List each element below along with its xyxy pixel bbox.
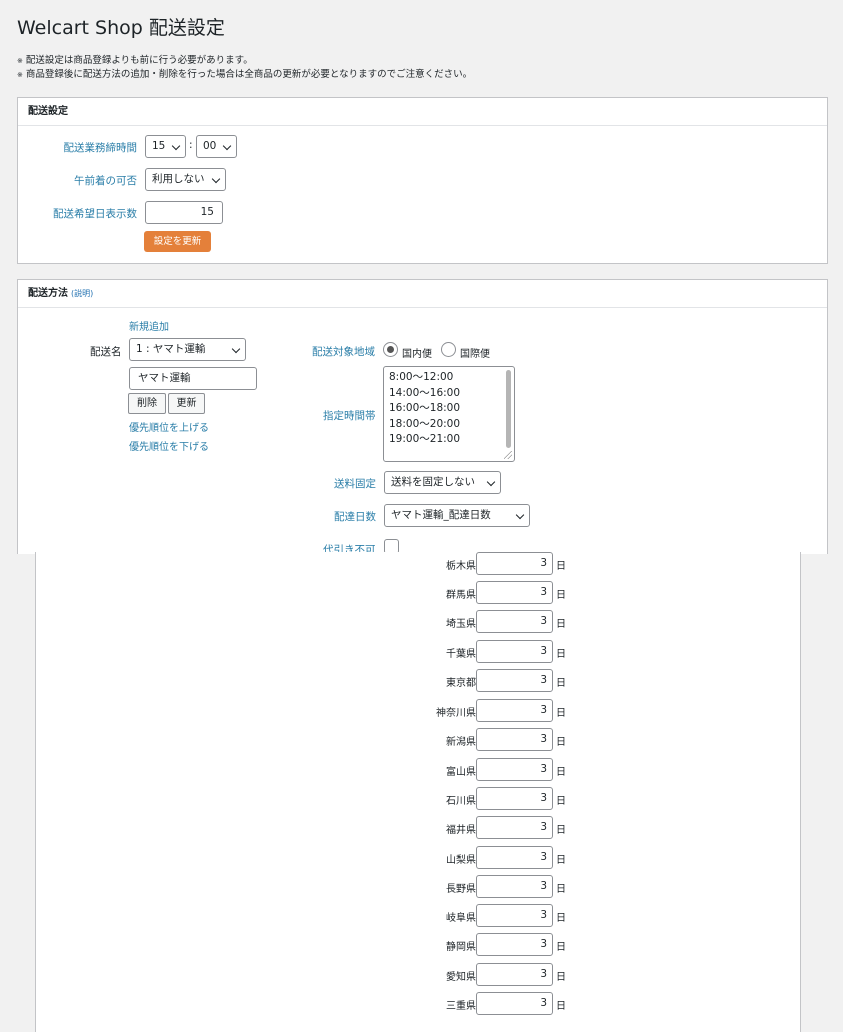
display-days-input[interactable]: 15 [145, 201, 223, 224]
days-input[interactable]: 3 [476, 610, 553, 633]
days-input[interactable]: 3 [476, 992, 553, 1015]
table-row: 富山県 3 日 [36, 758, 802, 782]
table-row: 東京都 3 日 [36, 669, 802, 693]
cutoff-time-label: 配送業務締時間 [63, 142, 138, 154]
delivery-days-select[interactable]: ヤマト運輸_配達日数 [384, 504, 530, 527]
method-name-input[interactable]: ヤマト運輸 [129, 367, 257, 390]
table-row: 千葉県 3 日 [36, 640, 802, 664]
notice-1: ※ 配送設定は商品登録よりも前に行う必要があります。 [17, 55, 253, 66]
add-new-method-link[interactable]: 新規追加 [129, 318, 169, 333]
table-row: 山梨県 3 日 [36, 846, 802, 870]
radio-international-label: 国際便 [460, 349, 490, 360]
table-row: 愛知県 3 日 [36, 963, 802, 987]
panel-heading: 配送設定 [18, 98, 827, 126]
days-input[interactable]: 3 [476, 699, 553, 722]
time-separator: : [189, 139, 193, 151]
days-input[interactable]: 3 [476, 640, 553, 663]
time-slots-listbox[interactable]: 8:00〜12:00 14:00〜16:00 16:00〜18:00 18:00… [383, 366, 515, 462]
priority-up-link[interactable]: 優先順位を上げる [129, 419, 209, 434]
prefecture-days-table: 栃木県 3 日 群馬県 3 日 埼玉県 3 日 千葉県 3 日 東京都 3 日 神奈川県 3 日 新潟県… [35, 552, 801, 1032]
morning-delivery-select[interactable]: 利用しない [145, 168, 226, 191]
days-input[interactable]: 3 [476, 816, 553, 839]
listbox-scrollbar[interactable] [506, 370, 511, 448]
time-slot-option[interactable]: 19:00〜21:00 [389, 432, 509, 448]
table-row: 長野県 3 日 [36, 875, 802, 899]
priority-down-link[interactable]: 優先順位を下げる [129, 438, 209, 453]
days-input[interactable]: 3 [476, 933, 553, 956]
chevron-down-icon [515, 510, 525, 520]
method-name-label: 配送名 [90, 346, 122, 358]
radio-domestic-label: 国内便 [402, 349, 432, 360]
days-input[interactable]: 3 [476, 846, 553, 869]
chevron-down-icon [222, 141, 232, 151]
table-row: 石川県 3 日 [36, 787, 802, 811]
chevron-down-icon [486, 477, 496, 487]
days-input[interactable]: 3 [476, 904, 553, 927]
time-slot-option[interactable]: 14:00〜16:00 [389, 386, 509, 402]
chevron-down-icon [211, 174, 221, 184]
days-input[interactable]: 3 [476, 581, 553, 604]
table-row: 岐阜県 3 日 [36, 904, 802, 928]
morning-delivery-label: 午前着の可否 [74, 175, 137, 187]
update-settings-button[interactable]: 設定を更新 [144, 231, 211, 252]
display-days-label: 配送希望日表示数 [53, 208, 137, 220]
table-row: 埼玉県 3 日 [36, 610, 802, 634]
table-row: 福井県 3 日 [36, 816, 802, 840]
method-name-select[interactable]: 1 : ヤマト運輸 [129, 338, 246, 361]
fixed-fee-label: 送料固定 [334, 478, 376, 490]
radio-domestic[interactable] [383, 342, 398, 357]
days-input[interactable]: 3 [476, 963, 553, 986]
notice-mark: ※ [17, 71, 23, 79]
help-link[interactable]: (説明) [71, 289, 93, 298]
table-row: 神奈川県 3 日 [36, 699, 802, 723]
table-row: 栃木県 3 日 [36, 552, 802, 576]
notice-2: ※ 商品登録後に配送方法の追加・削除を行った場合は全商品の更新が必要となりますので… [17, 69, 473, 80]
days-input[interactable]: 3 [476, 758, 553, 781]
resize-grip-icon[interactable] [504, 451, 512, 459]
delivery-methods-panel: 配送方法 (説明) 新規追加 配送名 1 : ヤマト運輸 ヤマト運輸 削除 更新 … [17, 279, 828, 556]
days-input[interactable]: 3 [476, 552, 553, 575]
days-input[interactable]: 3 [476, 728, 553, 751]
update-method-button[interactable]: 更新 [168, 393, 205, 414]
region-label: 配送対象地域 [312, 346, 375, 358]
time-slot-option[interactable]: 8:00〜12:00 [389, 370, 509, 386]
page-title: Welcart Shop 配送設定 [17, 17, 225, 39]
delivery-settings-panel: 配送設定 配送業務締時間 15 : 00 午前着の可否 利用しない 配送希望日表… [17, 97, 828, 264]
cutoff-hour-select[interactable]: 15 [145, 135, 186, 158]
time-slot-option[interactable]: 16:00〜18:00 [389, 401, 509, 417]
table-row: 群馬県 3 日 [36, 581, 802, 605]
notice-mark: ※ [17, 57, 23, 65]
cutoff-minute-select[interactable]: 00 [196, 135, 237, 158]
panel-heading: 配送方法 (説明) [18, 280, 827, 308]
time-slots-label: 指定時間帯 [323, 410, 376, 422]
days-input[interactable]: 3 [476, 787, 553, 810]
days-input[interactable]: 3 [476, 669, 553, 692]
time-slot-option[interactable]: 18:00〜20:00 [389, 417, 509, 433]
fixed-fee-select[interactable]: 送料を固定しない [384, 471, 501, 494]
chevron-down-icon [171, 141, 181, 151]
chevron-down-icon [231, 344, 241, 354]
days-input[interactable]: 3 [476, 875, 553, 898]
delivery-days-label: 配達日数 [334, 511, 376, 523]
delete-button[interactable]: 削除 [128, 393, 166, 414]
radio-international[interactable] [441, 342, 456, 357]
table-row: 新潟県 3 日 [36, 728, 802, 752]
table-row: 三重県 3 日 [36, 992, 802, 1016]
table-row: 静岡県 3 日 [36, 933, 802, 957]
